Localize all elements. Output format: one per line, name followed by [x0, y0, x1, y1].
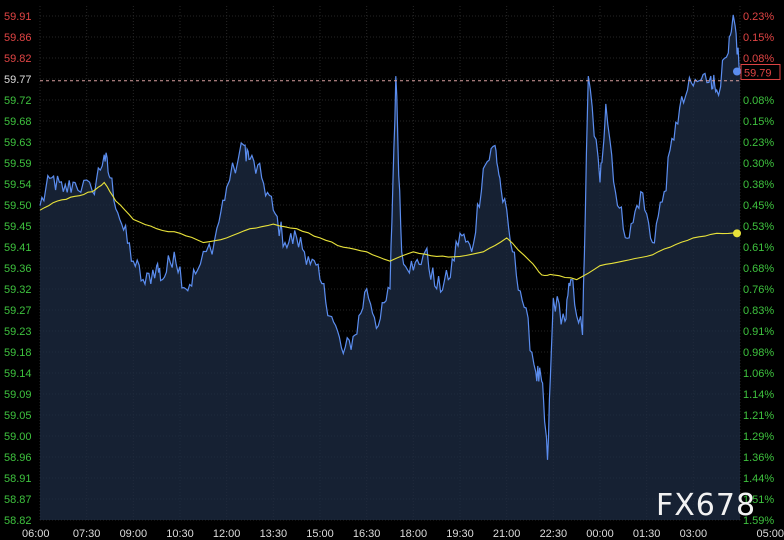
y-tick-left: 58.87 [4, 494, 32, 506]
price-chart: 59.91 0.23% 59.86 0.15% 59.82 0.08% 59.77 59.72… [4, 6, 784, 540]
y-tick-left: 59.09 [4, 389, 32, 401]
last-price-dot [733, 67, 741, 76]
x-tick: 19:30 [446, 528, 474, 540]
y-tick-left: 59.63 [4, 137, 32, 149]
y-tick-left: 59.00 [4, 431, 32, 443]
y-tick-right: 0.68% [743, 263, 774, 275]
x-tick: 00:00 [586, 528, 614, 540]
x-tick: 15:00 [306, 528, 334, 540]
x-tick: 07:30 [73, 528, 101, 540]
x-tick: 22:30 [540, 528, 568, 540]
x-tick: 10:30 [166, 528, 194, 540]
y-tick-left: 59.05 [4, 410, 32, 422]
x-tick: 18:00 [400, 528, 428, 540]
y-tick-left: 59.41 [4, 242, 32, 254]
y-tick-right: 0.23% [743, 11, 774, 23]
y-tick-right: 1.21% [743, 410, 774, 422]
y-tick-right: 0.30% [743, 158, 774, 170]
x-tick: 13:30 [260, 528, 288, 540]
price-area-layer [39, 14, 741, 521]
y-tick-left: 59.50 [4, 200, 32, 212]
y-tick-right: 0.53% [743, 221, 774, 233]
x-tick: 09:00 [120, 528, 148, 540]
y-tick-right: 1.36% [743, 452, 774, 464]
x-tick: 16:30 [353, 528, 381, 540]
y-tick-right: 0.15% [743, 116, 774, 128]
y-tick-left: 59.91 [4, 11, 32, 23]
y-tick-left: 59.86 [4, 32, 32, 44]
y-tick-right: 0.23% [743, 137, 774, 149]
y-tick-right: 1.14% [743, 389, 774, 401]
y-tick-right: 0.15% [743, 32, 774, 44]
y-tick-right: 0.61% [743, 242, 774, 254]
x-tick: 01:30 [633, 528, 661, 540]
x-tick: 06:00 [22, 528, 50, 540]
y-tick-left: 59.23 [4, 326, 32, 338]
y-tick-left: 59.59 [4, 158, 32, 170]
y-tick-left: 59.68 [4, 116, 32, 128]
y-tick-right: 0.45% [743, 200, 774, 212]
y-tick-left: 59.27 [4, 305, 32, 317]
y-tick-right: 0.83% [743, 305, 774, 317]
y-tick-left: 59.36 [4, 263, 32, 275]
y-tick-left: 59.45 [4, 221, 32, 233]
y-tick-left: 58.96 [4, 452, 32, 464]
y-tick-right: 0.76% [743, 284, 774, 296]
last-price-label: 59.79 [744, 67, 772, 79]
y-tick-right: 1.44% [743, 473, 774, 485]
y-tick-left: 59.82 [4, 53, 32, 65]
x-tick: 05:00 [756, 528, 784, 540]
x-tick: 12:00 [213, 528, 241, 540]
x-tick: 21:00 [493, 528, 521, 540]
y-tick-left: 59.77 [4, 74, 32, 86]
y-tick-right: 1.06% [743, 368, 774, 380]
y-tick-left: 58.91 [4, 473, 32, 485]
y-tick-right: 0.98% [743, 347, 774, 359]
y-tick-right: 0.08% [743, 95, 774, 107]
watermark-logo: FX678 [656, 488, 756, 523]
y-tick-left: 59.14 [4, 368, 32, 380]
y-tick-right: 1.29% [743, 431, 774, 443]
y-tick-left: 58.82 [4, 515, 32, 527]
y-tick-left: 59.72 [4, 95, 32, 107]
y-tick-right: 0.91% [743, 326, 774, 338]
average-end-dot [733, 229, 741, 238]
y-tick-left: 59.54 [4, 179, 32, 191]
x-tick: 03:00 [680, 528, 708, 540]
y-tick-right: 0.38% [743, 179, 774, 191]
y-tick-right: 0.08% [743, 53, 774, 65]
y-tick-left: 59.18 [4, 347, 32, 359]
y-tick-left: 59.32 [4, 284, 32, 296]
